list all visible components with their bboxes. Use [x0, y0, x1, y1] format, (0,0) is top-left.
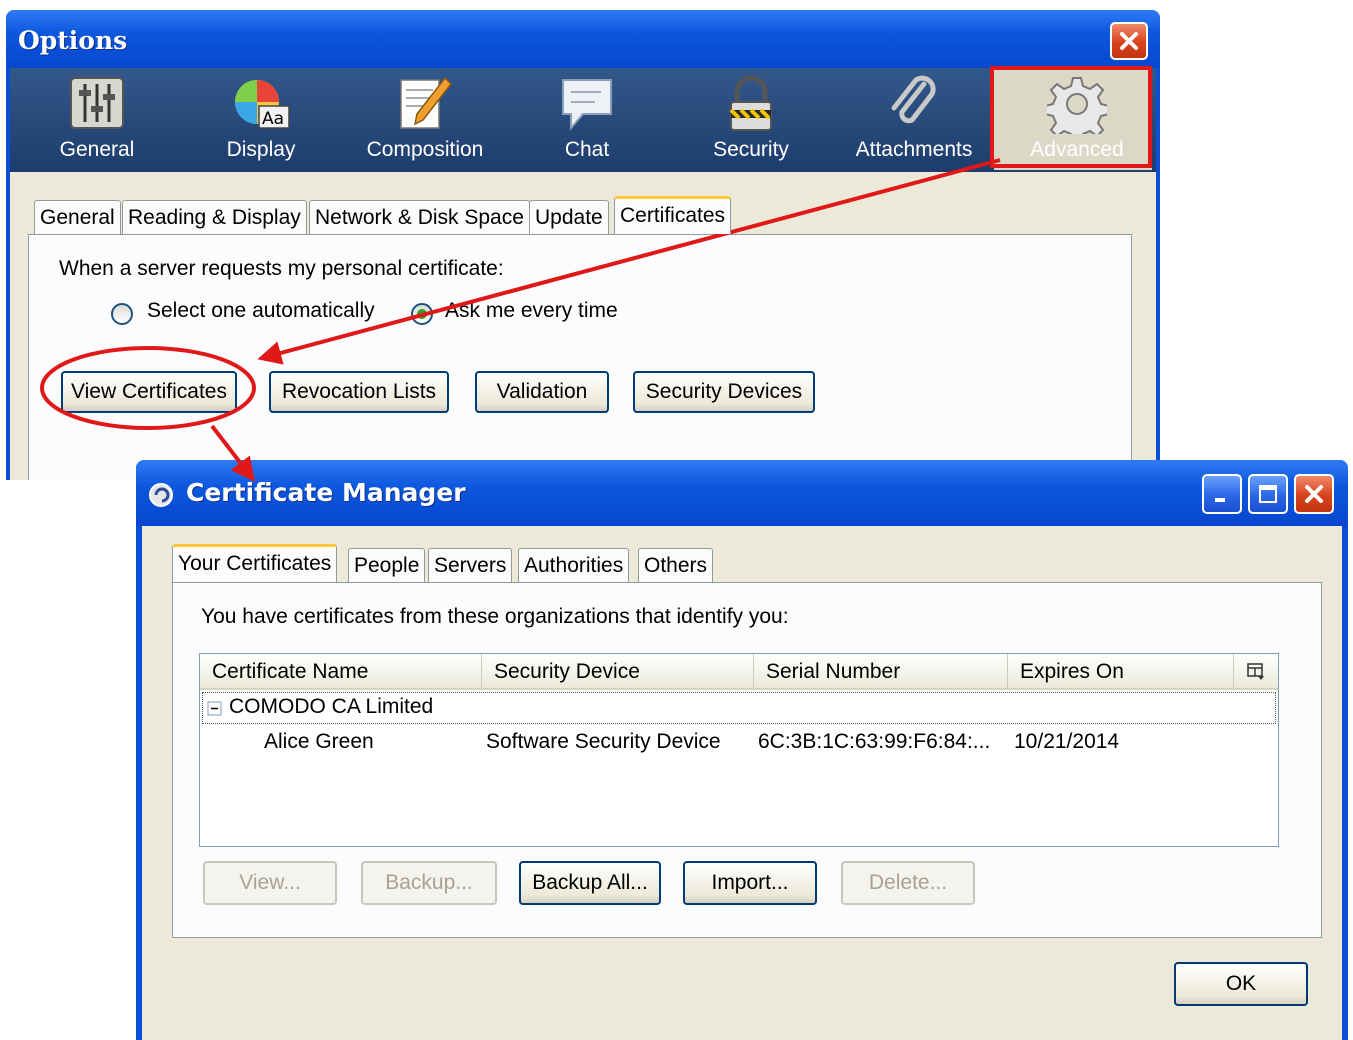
- certificate-prompt: When a server requests my personal certi…: [59, 257, 504, 280]
- view-button[interactable]: View...: [203, 861, 337, 905]
- paperclip-icon: [891, 75, 936, 124]
- backup-button[interactable]: Backup...: [361, 861, 497, 905]
- app-icon: [149, 483, 173, 507]
- certificate-manager-window: Certificate Manager Your Certificates Pe…: [136, 460, 1348, 1040]
- speech-bubble-icon: [562, 79, 612, 131]
- cert-manager-body: Your Certificates People Servers Authori…: [142, 526, 1342, 1040]
- security-devices-button[interactable]: Security Devices: [633, 371, 815, 413]
- your-certificates-panel: You have certificates from these organiz…: [172, 582, 1322, 938]
- cert-manager-title: Certificate Manager: [186, 478, 466, 507]
- table-row[interactable]: Alice Green Software Security Device 6C:…: [202, 728, 1276, 760]
- options-window: Options General Aa Display Composition C…: [6, 10, 1160, 480]
- tab-network-disk-space[interactable]: Network & Disk Space: [309, 200, 530, 234]
- maximize-button[interactable]: [1248, 474, 1288, 514]
- options-title-bar[interactable]: Options: [6, 10, 1160, 68]
- cell-cert-name: Alice Green: [264, 730, 374, 753]
- backup-all-button[interactable]: Backup All...: [519, 861, 661, 905]
- advanced-highlight-box: [990, 66, 1152, 168]
- cert-manager-close-button[interactable]: [1294, 474, 1334, 514]
- radio-ask-every-time[interactable]: [411, 303, 433, 325]
- certificates-panel: When a server requests my personal certi…: [28, 234, 1132, 480]
- radio-select-automatically[interactable]: [111, 303, 133, 325]
- cell-security-device: Software Security Device: [486, 730, 721, 753]
- tab-update[interactable]: Update: [529, 200, 609, 234]
- toolbar-display-label: Display: [226, 138, 296, 161]
- toolbar-attachments[interactable]: Attachments: [839, 68, 989, 172]
- tab-people[interactable]: People: [348, 548, 426, 582]
- cell-serial-number: 6C:3B:1C:63:99:F6:84:...: [758, 730, 991, 753]
- delete-button[interactable]: Delete...: [841, 861, 975, 905]
- options-close-button[interactable]: [1110, 22, 1148, 60]
- cert-manager-title-bar[interactable]: Certificate Manager: [136, 460, 1348, 526]
- toolbar-composition[interactable]: Composition: [350, 68, 500, 172]
- column-picker[interactable]: [1234, 654, 1278, 690]
- import-button[interactable]: Import...: [683, 861, 817, 905]
- tab-certificates[interactable]: Certificates: [614, 196, 732, 234]
- tab-servers[interactable]: Servers: [428, 548, 513, 582]
- toolbar-security-label: Security: [713, 138, 789, 161]
- toolbar-chat[interactable]: Chat: [512, 68, 662, 172]
- column-expires-on[interactable]: Expires On: [1008, 654, 1234, 690]
- toolbar-chat-label: Chat: [564, 138, 610, 161]
- sliders-icon: [70, 77, 124, 129]
- close-icon: [1305, 485, 1323, 503]
- color-wheel-icon: Aa: [235, 80, 290, 129]
- cell-expires-on: 10/21/2014: [1014, 730, 1120, 753]
- column-serial-number[interactable]: Serial Number: [754, 654, 1008, 690]
- tree-group-row[interactable]: COMODO CA Limited: [202, 692, 1276, 724]
- column-certificate-name[interactable]: Certificate Name: [200, 654, 482, 690]
- radio-ask-label[interactable]: Ask me every time: [445, 299, 618, 323]
- ok-button[interactable]: OK: [1174, 962, 1308, 1006]
- toolbar-general[interactable]: General: [22, 68, 172, 172]
- radio-auto-label[interactable]: Select one automatically: [147, 299, 375, 323]
- validation-button[interactable]: Validation: [475, 371, 609, 413]
- options-title: Options: [18, 26, 128, 55]
- toolbar-security[interactable]: Security: [676, 68, 826, 172]
- toolbar-attachments-label: Attachments: [855, 138, 973, 161]
- minimize-button[interactable]: [1202, 474, 1242, 514]
- tab-reading-display[interactable]: Reading & Display: [122, 200, 307, 234]
- toolbar-display[interactable]: Aa Display: [186, 68, 336, 172]
- minimize-icon: [1215, 498, 1225, 502]
- close-icon: [1120, 32, 1138, 50]
- toolbar-general-label: General: [59, 138, 135, 161]
- svg-text:Aa: Aa: [262, 109, 284, 129]
- certificate-tree[interactable]: Certificate Name Security Device Serial …: [199, 653, 1279, 847]
- pencil-paper-icon: [400, 76, 452, 129]
- tab-your-certificates[interactable]: Your Certificates: [172, 544, 338, 582]
- your-certificates-intro: You have certificates from these organiz…: [201, 605, 789, 628]
- column-picker-icon: [1247, 663, 1264, 680]
- padlock-icon: [729, 75, 772, 131]
- maximize-icon: [1259, 485, 1277, 503]
- group-name: COMODO CA Limited: [229, 695, 434, 718]
- column-security-device[interactable]: Security Device: [482, 654, 754, 690]
- revocation-lists-button[interactable]: Revocation Lists: [269, 371, 449, 413]
- view-certificates-button[interactable]: View Certificates: [61, 371, 237, 413]
- collapse-icon[interactable]: [207, 701, 223, 717]
- tab-general[interactable]: General: [34, 200, 121, 234]
- options-toolbar: General Aa Display Composition Chat Secu…: [10, 68, 1156, 172]
- toolbar-composition-label: Composition: [366, 138, 484, 161]
- tab-others[interactable]: Others: [638, 548, 714, 582]
- options-body: General Aa Display Composition Chat Secu…: [10, 68, 1156, 480]
- tab-authorities[interactable]: Authorities: [518, 548, 630, 582]
